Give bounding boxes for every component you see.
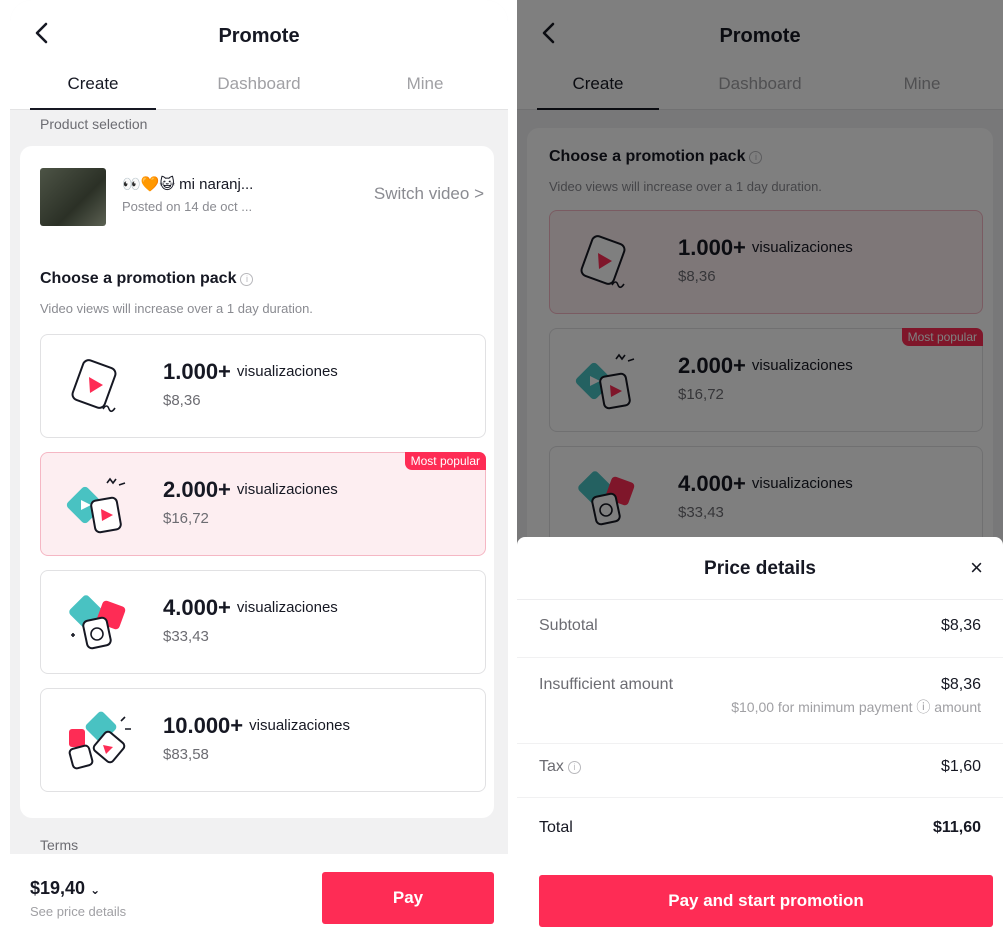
tab-bar: Create Dashboard Mine [10, 64, 508, 110]
info-icon[interactable]: i [240, 273, 254, 286]
header: Promote Create Dashboard Mine [10, 0, 508, 110]
subtotal-label: Subtotal [539, 617, 598, 634]
single-video-card-icon [580, 235, 626, 289]
payment-footer: $19,40 ⌄ See price details Pay [10, 854, 508, 946]
double-video-card-icon [575, 353, 635, 410]
info-icon[interactable]: i [749, 151, 763, 164]
price-details-sheet: Price details × Subtotal $8,36 Insuffici… [517, 537, 1003, 946]
divider [517, 599, 1003, 600]
tab-mine[interactable]: Mine [342, 64, 508, 110]
pack-option-2000[interactable]: Most popular 2.000+ visualizaciones $16,7… [549, 328, 983, 432]
total-price[interactable]: $19,40 ⌄ [30, 878, 100, 899]
pack-views: 4.000+ visualizaciones [163, 595, 338, 620]
most-popular-badge: Most popular [404, 452, 486, 470]
pack-price: $8,36 [678, 268, 716, 285]
tab-create[interactable]: Create [517, 64, 679, 110]
promotion-card: 👀🧡😺 mi naranj... Posted on 14 de oct ...… [20, 146, 494, 818]
divider [517, 797, 1003, 798]
divider [517, 743, 1003, 744]
tab-dashboard[interactable]: Dashboard [679, 64, 841, 110]
video-thumbnail [40, 168, 106, 226]
page-title: Promote [719, 25, 801, 47]
promote-screen-right: Promote Create Dashboard Mine Choose a p… [517, 0, 1003, 946]
double-video-card-icon [66, 477, 126, 534]
insufficient-value: $8,36 [940, 676, 981, 693]
triple-video-card-icon [69, 595, 126, 650]
pack-views: 4.000+ visualizaciones [678, 471, 853, 496]
pack-heading: Choose a promotion pack i [549, 148, 763, 166]
pack-heading-text: Choose a promotion pack [549, 148, 746, 165]
pack-option-2000[interactable]: Most popular 2.000+ visualizaciones $16,7… [40, 452, 486, 556]
page-title: Promote [218, 25, 300, 47]
selected-video-row[interactable]: 👀🧡😺 mi naranj... Posted on 14 de oct ...… [40, 166, 484, 228]
pack-price: $16,72 [163, 510, 209, 527]
total-value: $11,60 [932, 819, 981, 836]
pack-option-10000[interactable]: 10.000+ visualizaciones $83,58 [40, 688, 486, 792]
pack-option-1000[interactable]: 1.000+ visualizaciones $8,36 [40, 334, 486, 438]
pack-subtitle: Video views will increase over a 1 day d… [549, 179, 822, 194]
info-icon[interactable]: i [567, 761, 581, 774]
most-popular-badge: Most popular [901, 328, 983, 346]
pack-price: $83,58 [163, 746, 209, 763]
close-icon[interactable]: × [970, 555, 983, 581]
tab-create[interactable]: Create [10, 64, 176, 110]
tab-bar: Create Dashboard Mine [517, 64, 1003, 110]
pack-views: 1.000+ visualizaciones [678, 235, 853, 260]
subtotal-value: $8,36 [940, 617, 981, 634]
pay-and-start-promotion-button[interactable]: Pay and start promotion [539, 875, 993, 927]
pack-price: $33,43 [163, 628, 209, 645]
tab-dashboard[interactable]: Dashboard [176, 64, 342, 110]
pack-option-4000[interactable]: 4.000+ visualizaciones $33,43 [549, 446, 983, 550]
pack-views: 2.000+ visualizaciones [163, 477, 338, 502]
pack-heading-text: Choose a promotion pack [40, 270, 237, 287]
pack-price: $33,43 [678, 504, 724, 521]
switch-video-button[interactable]: Switch video > [374, 184, 484, 204]
tax-label: Tax i [539, 758, 581, 776]
tab-mine[interactable]: Mine [841, 64, 1003, 110]
sheet-title: Price details [704, 558, 816, 579]
pack-subtitle: Video views will increase over a 1 day d… [40, 301, 313, 316]
terms-label: Terms [40, 837, 79, 853]
pack-option-1000[interactable]: 1.000+ visualizaciones $8,36 [549, 210, 983, 314]
multi-video-card-icon [68, 711, 131, 770]
total-label: Total [539, 819, 573, 836]
chevron-down-icon: ⌄ [90, 883, 101, 897]
triple-video-card-icon [578, 471, 635, 526]
pack-option-4000[interactable]: 4.000+ visualizaciones $33,43 [40, 570, 486, 674]
promote-screen-left: Promote Create Dashboard Mine Product se… [10, 0, 508, 946]
pack-heading: Choose a promotion pack i [40, 270, 254, 288]
single-video-card-icon [71, 359, 117, 413]
tax-value: $1,60 [940, 758, 981, 775]
divider [517, 657, 1003, 658]
header: Promote Create Dashboard Mine [517, 0, 1003, 110]
insufficient-label: Insufficient amount [539, 676, 674, 693]
insufficient-amount-row: Insufficient amount $8,36 $10,00 for min… [539, 676, 981, 736]
pack-views: 1.000+ visualizaciones [163, 359, 338, 384]
pack-price: $8,36 [163, 392, 201, 409]
pack-views: 10.000+ visualizaciones [163, 713, 351, 738]
video-posted-date: Posted on 14 de oct ... [122, 199, 253, 214]
minimum-payment-note: $10,00 for minimum payment ⓘ amount [731, 699, 981, 715]
see-price-details-link[interactable]: See price details [30, 904, 126, 919]
promotion-card: Choose a promotion pack i Video views wil… [527, 128, 993, 550]
pack-views: 2.000+ visualizaciones [678, 353, 853, 378]
product-selection-label: Product selection [40, 116, 148, 132]
video-title: 👀🧡😺 mi naranj... [122, 176, 254, 193]
pack-price: $16,72 [678, 386, 724, 403]
pay-button[interactable]: Pay [322, 872, 494, 924]
